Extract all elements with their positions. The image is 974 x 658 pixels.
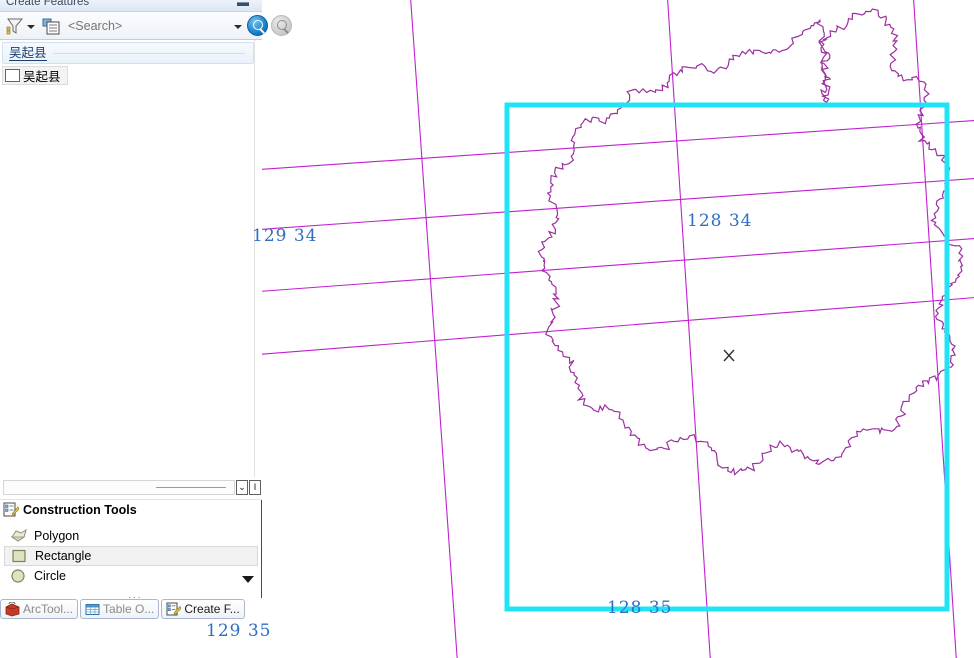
taskbar-button-create-features[interactable]: Create F... [161,599,245,619]
create-features-icon [166,602,182,617]
docked-windows-taskbar: ArcTool... Table O... Create F... [0,598,262,620]
graticule-lines [262,0,974,658]
scroll-down-icon[interactable] [240,572,256,586]
construction-tool-label: Circle [34,569,66,583]
template-list-scrollbar[interactable] [254,40,261,477]
taskbar-button-label: ArcTool... [23,602,74,616]
template-list[interactable]: 吴起县 吴起县 [0,40,262,477]
taskbar-button-label: Create F... [184,602,240,616]
search-chevron-down-icon[interactable] [231,15,247,37]
county-boundary [828,49,974,272]
splitter-grip[interactable] [3,480,235,495]
template-item-label: 吴起县 [23,69,61,84]
filter-chevron-down-icon[interactable] [26,15,36,37]
search-icon[interactable] [247,15,268,36]
map-graphics [262,0,974,658]
splitter-expand-icon[interactable]: I [249,480,261,495]
construction-tool-label: Polygon [34,529,80,543]
template-item-wuqi[interactable]: 吴起县 [2,66,68,85]
construction-tool-circle[interactable]: Circle [4,566,258,586]
organize-templates-icon[interactable] [40,15,62,37]
construction-tools-list[interactable]: Polygon Rectangle Circle [0,526,262,592]
construction-tools-header: Construction Tools [0,499,262,520]
boundary-shape [442,253,823,425]
taskbar-button-label: Table O... [103,602,155,616]
panel-splitter[interactable]: ⌄ I [0,477,262,499]
arctoolbox-icon [5,601,20,617]
taskbar-button-table-options[interactable]: Table O... [80,599,160,619]
create-features-panel: Create Features ▬ <Search> 吴起县 吴起县 ⌄ I C… [0,0,292,658]
search-disabled-icon [271,15,292,36]
panel-titlebar[interactable]: Create Features ▬ [0,0,262,12]
close-icon[interactable]: ▬ [234,0,252,9]
polygon-tool-icon [10,528,28,544]
panel-title: Create Features [6,0,90,8]
construction-tool-rectangle[interactable]: Rectangle [4,546,258,566]
arcmap-window: 128 34 128 35 129 34 129 35 Create Featu… [0,0,974,658]
construction-tool-polygon[interactable]: Polygon [4,526,258,546]
graticule-label-128-34: 128 34 [687,211,753,231]
rectangle-tool-icon [11,548,29,564]
template-search-toolbar [0,12,292,40]
construction-tools-icon [3,502,20,518]
construction-tools-title: Construction Tools [23,503,137,517]
polygon-symbol-swatch [5,69,20,82]
graticule-label-128-35: 128 35 [607,598,673,618]
search-input[interactable] [68,15,229,36]
graticule-label-129-34: 129 34 [252,226,318,246]
taskbar-button-arctoolbox[interactable]: ArcTool... [0,599,79,619]
group-divider [52,52,245,54]
circle-tool-icon [10,568,28,584]
filter-icon[interactable] [4,15,26,37]
template-group-label: 吴起县 [9,45,47,61]
table-icon [85,602,100,617]
graticule-label-129-35: 129 35 [206,621,272,641]
county-outline [575,62,958,530]
splitter-collapse-icon[interactable]: ⌄ [236,480,248,495]
map-canvas[interactable]: 128 34 128 35 [262,0,974,658]
construction-tool-label: Rectangle [35,549,92,563]
template-group-header[interactable]: 吴起县 [2,42,254,64]
